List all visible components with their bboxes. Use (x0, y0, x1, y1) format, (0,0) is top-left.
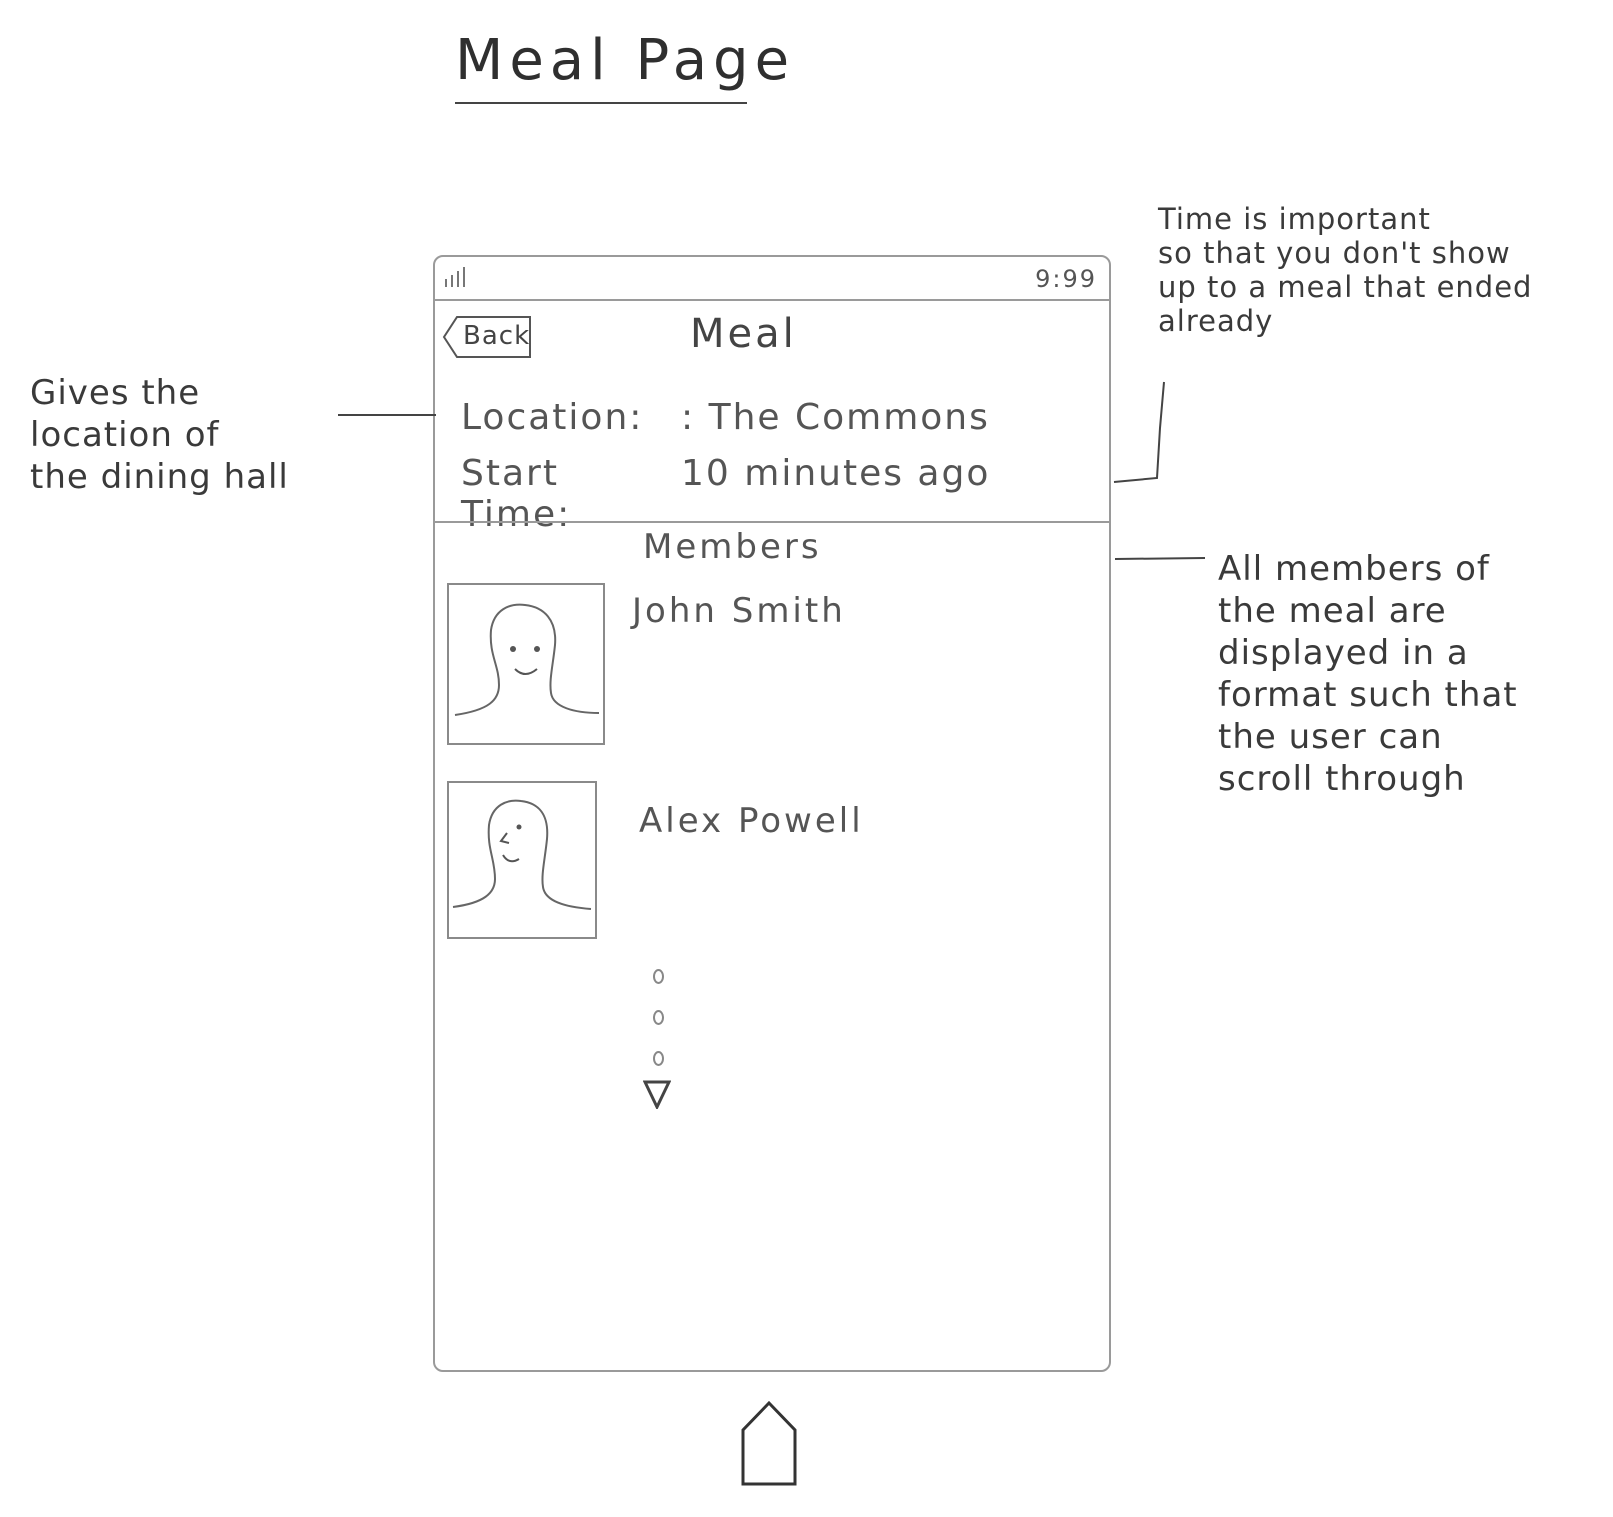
page-title: Meal Page (455, 28, 796, 93)
annotation-line: the user can (1218, 717, 1443, 757)
location-value: : The Commons (681, 397, 990, 438)
section-divider (435, 521, 1109, 523)
back-button[interactable]: Back (441, 315, 531, 358)
time-leader-line (1113, 381, 1165, 483)
ellipsis-vertical-icon (653, 969, 664, 1066)
annotation-line: already (1158, 304, 1274, 338)
status-bar: 9:99 (435, 257, 1109, 301)
person-avatar-icon (447, 781, 597, 939)
phone-frame: 9:99 Back Meal Location: : The Commons S… (433, 255, 1111, 1372)
time-annotation: Time is important so that you don't show… (1158, 202, 1532, 338)
scroll-down-button[interactable] (642, 1079, 672, 1113)
annotation-line: the dining hall (30, 457, 289, 497)
annotation-line: up to a meal that ended (1158, 270, 1533, 304)
location-annotation: Gives the location of the dining hall (30, 372, 289, 498)
location-leader-line (338, 414, 436, 416)
location-row: Location: : The Commons (461, 397, 990, 438)
annotation-line: so that you don't show (1158, 236, 1511, 270)
triangle-down-icon (642, 1080, 672, 1111)
signal-bars-icon (445, 267, 465, 287)
home-button[interactable] (740, 1400, 798, 1490)
members-leader-line (1115, 557, 1206, 560)
home-icon (741, 1400, 797, 1486)
member-name: John Smith (632, 591, 846, 631)
location-label: Location: (461, 397, 644, 438)
member-name: Alex Powell (639, 801, 864, 841)
annotation-line: the meal are (1218, 591, 1447, 631)
status-time: 9:99 (1035, 265, 1097, 293)
annotation-line: Time is important (1158, 202, 1431, 236)
screen-title: Meal (690, 311, 797, 357)
person-avatar-icon (447, 583, 605, 745)
annotation-line: All members of (1218, 549, 1490, 589)
annotation-line: Gives the (30, 373, 201, 413)
annotation-line: location of (30, 415, 220, 455)
annotation-line: scroll through (1218, 759, 1466, 799)
annotation-line: format such that (1218, 675, 1518, 715)
annotation-line: displayed in a (1218, 633, 1469, 673)
members-heading: Members (643, 527, 822, 567)
title-underline (455, 102, 747, 104)
members-annotation: All members of the meal are displayed in… (1218, 548, 1518, 800)
back-button-label: Back (463, 321, 531, 351)
